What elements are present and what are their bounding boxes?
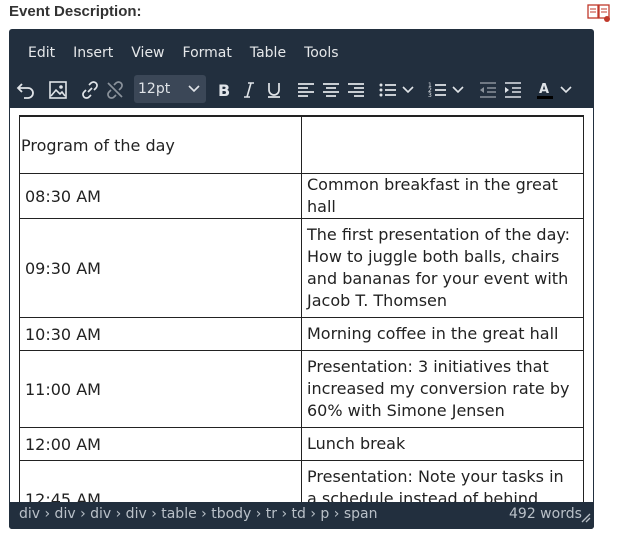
numbered-list-icon: 123	[428, 82, 446, 99]
bullet-list-icon	[379, 83, 396, 97]
chevron-down-icon	[402, 86, 414, 94]
field-help-icon[interactable]	[587, 3, 611, 23]
table-row: 09:30 AM The first presentation of the d…	[19, 218, 584, 318]
menu-insert[interactable]: Insert	[55, 41, 113, 65]
text-color-button[interactable]: A	[532, 77, 558, 103]
chevron-down-icon	[560, 86, 572, 94]
align-left-icon	[298, 83, 314, 97]
svg-text:B: B	[218, 81, 230, 100]
table-cell-time[interactable]: 12:45 AM	[19, 460, 302, 502]
chevron-down-icon	[188, 85, 200, 93]
insert-link-button[interactable]	[77, 77, 103, 103]
editor-menubar: Edit Insert View Format Table Tools	[9, 41, 339, 65]
font-size-select[interactable]: 12pt	[134, 75, 206, 103]
bold-icon: B	[218, 81, 230, 100]
menu-view[interactable]: View	[113, 41, 164, 65]
element-path[interactable]: div › div › div › div › table › tbody › …	[19, 506, 377, 522]
align-left-button[interactable]	[293, 77, 319, 103]
table-row: 10:30 AM Morning coffee in the great hal…	[19, 317, 584, 351]
table-cell-time[interactable]: 10:30 AM	[19, 317, 302, 351]
schedule-table: Program of the day 08:30 AM Common break…	[19, 115, 584, 502]
align-right-button[interactable]	[343, 77, 369, 103]
numbered-list-dropdown[interactable]	[450, 77, 466, 103]
table-cell-description[interactable]: Presentation: 3 initiatives that increas…	[301, 350, 584, 428]
outdent-icon	[480, 82, 496, 98]
table-cell-time[interactable]: 11:00 AM	[19, 350, 302, 428]
indent-button[interactable]	[500, 77, 526, 103]
table-header-row: Program of the day	[19, 115, 584, 174]
underline-icon	[268, 83, 280, 98]
table-cell-time[interactable]: 08:30 AM	[19, 173, 302, 219]
editor-toolbar: 12pt B 123 A	[9, 73, 594, 107]
menu-tools[interactable]: Tools	[286, 41, 339, 65]
remove-link-button[interactable]	[102, 77, 128, 103]
align-center-icon	[323, 83, 339, 97]
table-cell-time[interactable]: 09:30 AM	[19, 218, 302, 318]
image-icon	[49, 81, 67, 99]
table-cell-description[interactable]: Presentation: Note your tasks in a sched…	[301, 460, 584, 502]
table-row: 12:00 AM Lunch break	[19, 427, 584, 461]
font-size-value: 12pt	[138, 81, 171, 97]
align-right-icon	[348, 83, 364, 97]
table-cell-time[interactable]: 12:00 AM	[19, 427, 302, 461]
chevron-down-icon	[452, 86, 464, 94]
svg-text:3: 3	[428, 92, 432, 99]
text-color-dropdown[interactable]	[558, 77, 574, 103]
table-cell-description[interactable]: Morning coffee in the great hall	[301, 317, 584, 351]
link-icon	[82, 81, 98, 99]
menu-edit[interactable]: Edit	[9, 41, 55, 65]
svg-text:A: A	[539, 82, 549, 97]
editor-statusbar: div › div › div › div › table › tbody › …	[9, 502, 594, 529]
bold-button[interactable]: B	[211, 77, 237, 103]
italic-button[interactable]	[236, 77, 262, 103]
table-cell[interactable]	[301, 115, 584, 174]
underline-button[interactable]	[261, 77, 287, 103]
italic-icon	[244, 82, 254, 98]
numbered-list-button[interactable]: 123	[425, 77, 451, 103]
table-row: 12:45 AM Presentation: Note your tasks i…	[19, 460, 584, 502]
insert-image-button[interactable]	[45, 77, 71, 103]
undo-button[interactable]	[13, 77, 39, 103]
table-row: 08:30 AM Common breakfast in the great h…	[19, 173, 584, 219]
outdent-button[interactable]	[475, 77, 501, 103]
bullet-list-dropdown[interactable]	[400, 77, 416, 103]
table-cell-description[interactable]: Lunch break	[301, 427, 584, 461]
editor-content-area[interactable]: Program of the day 08:30 AM Common break…	[10, 108, 593, 502]
table-cell[interactable]: Program of the day	[19, 115, 302, 174]
bullet-list-button[interactable]	[375, 77, 401, 103]
align-center-button[interactable]	[318, 77, 344, 103]
field-label: Event Description:	[9, 3, 142, 20]
text-color-icon: A	[537, 82, 553, 99]
table-cell-description[interactable]: The first presentation of the day: How t…	[301, 218, 584, 318]
undo-icon	[16, 83, 34, 99]
menu-table[interactable]: Table	[232, 41, 286, 65]
table-row: 11:00 AM Presentation: 3 initiatives tha…	[19, 350, 584, 428]
indent-icon	[505, 82, 521, 98]
menu-format[interactable]: Format	[165, 41, 232, 65]
word-count[interactable]: 492 words	[509, 506, 582, 522]
table-cell-description[interactable]: Common breakfast in the great hall	[301, 173, 584, 219]
unlink-icon	[107, 81, 123, 99]
rich-text-editor: Edit Insert View Format Table Tools 12pt…	[9, 29, 594, 529]
resize-handle-icon[interactable]	[579, 511, 591, 523]
